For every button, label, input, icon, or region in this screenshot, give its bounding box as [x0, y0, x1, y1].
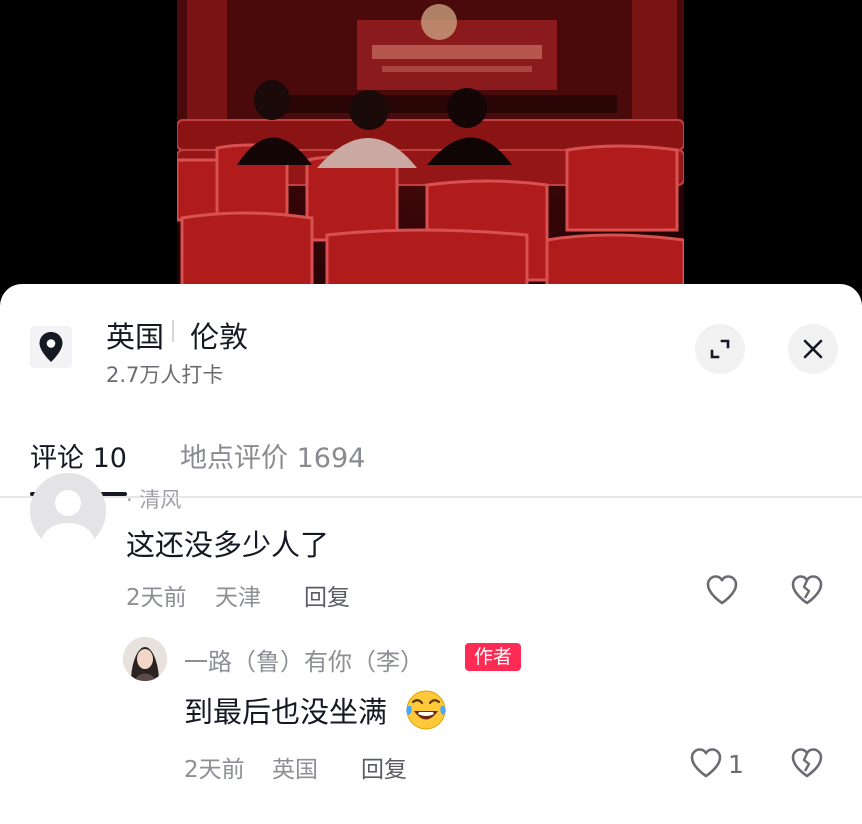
expand-button[interactable] [695, 324, 745, 374]
location-country: 英国 [106, 320, 165, 354]
broken-heart-icon[interactable] [790, 574, 824, 610]
video-background [0, 0, 862, 300]
avatar[interactable] [30, 473, 106, 549]
location-city: 伦敦 [190, 320, 249, 354]
expand-icon [710, 339, 730, 359]
comment-time: 2天前 [126, 585, 187, 611]
close-button[interactable] [788, 324, 838, 374]
laughing-crying-emoji [403, 688, 449, 736]
tab-comments[interactable]: 评论 10 [30, 436, 127, 475]
heart-outline-icon[interactable] [689, 747, 723, 783]
like-count: 1 [728, 750, 744, 779]
reply-button[interactable]: 回复 [361, 750, 407, 784]
author-badge: 作者 [465, 643, 522, 671]
tab-divider-overlay [0, 497, 862, 498]
tab-location-reviews[interactable]: 地点评价 1694 [180, 436, 365, 475]
comment-region: 英国 [272, 757, 318, 783]
comment-region: 天津 [215, 585, 261, 611]
comment-username[interactable]: 一路（鲁）有你（李） [184, 642, 424, 677]
comment-text: 到最后也没坐满 [184, 695, 388, 729]
comment-username[interactable]: · 清风 [126, 484, 181, 514]
location-separator [172, 320, 174, 342]
close-icon [803, 339, 823, 359]
comment-time: 2天前 [184, 757, 245, 783]
theater-photo [177, 0, 684, 300]
heart-outline-icon[interactable] [705, 574, 739, 610]
avatar[interactable] [123, 637, 167, 681]
comment-text: 这还没多少人了 [126, 528, 330, 562]
location-pin-icon [30, 326, 72, 368]
reply-button[interactable]: 回复 [304, 578, 350, 612]
checkin-count: 2.7万人打卡 [106, 363, 224, 387]
broken-heart-icon[interactable] [790, 747, 824, 783]
